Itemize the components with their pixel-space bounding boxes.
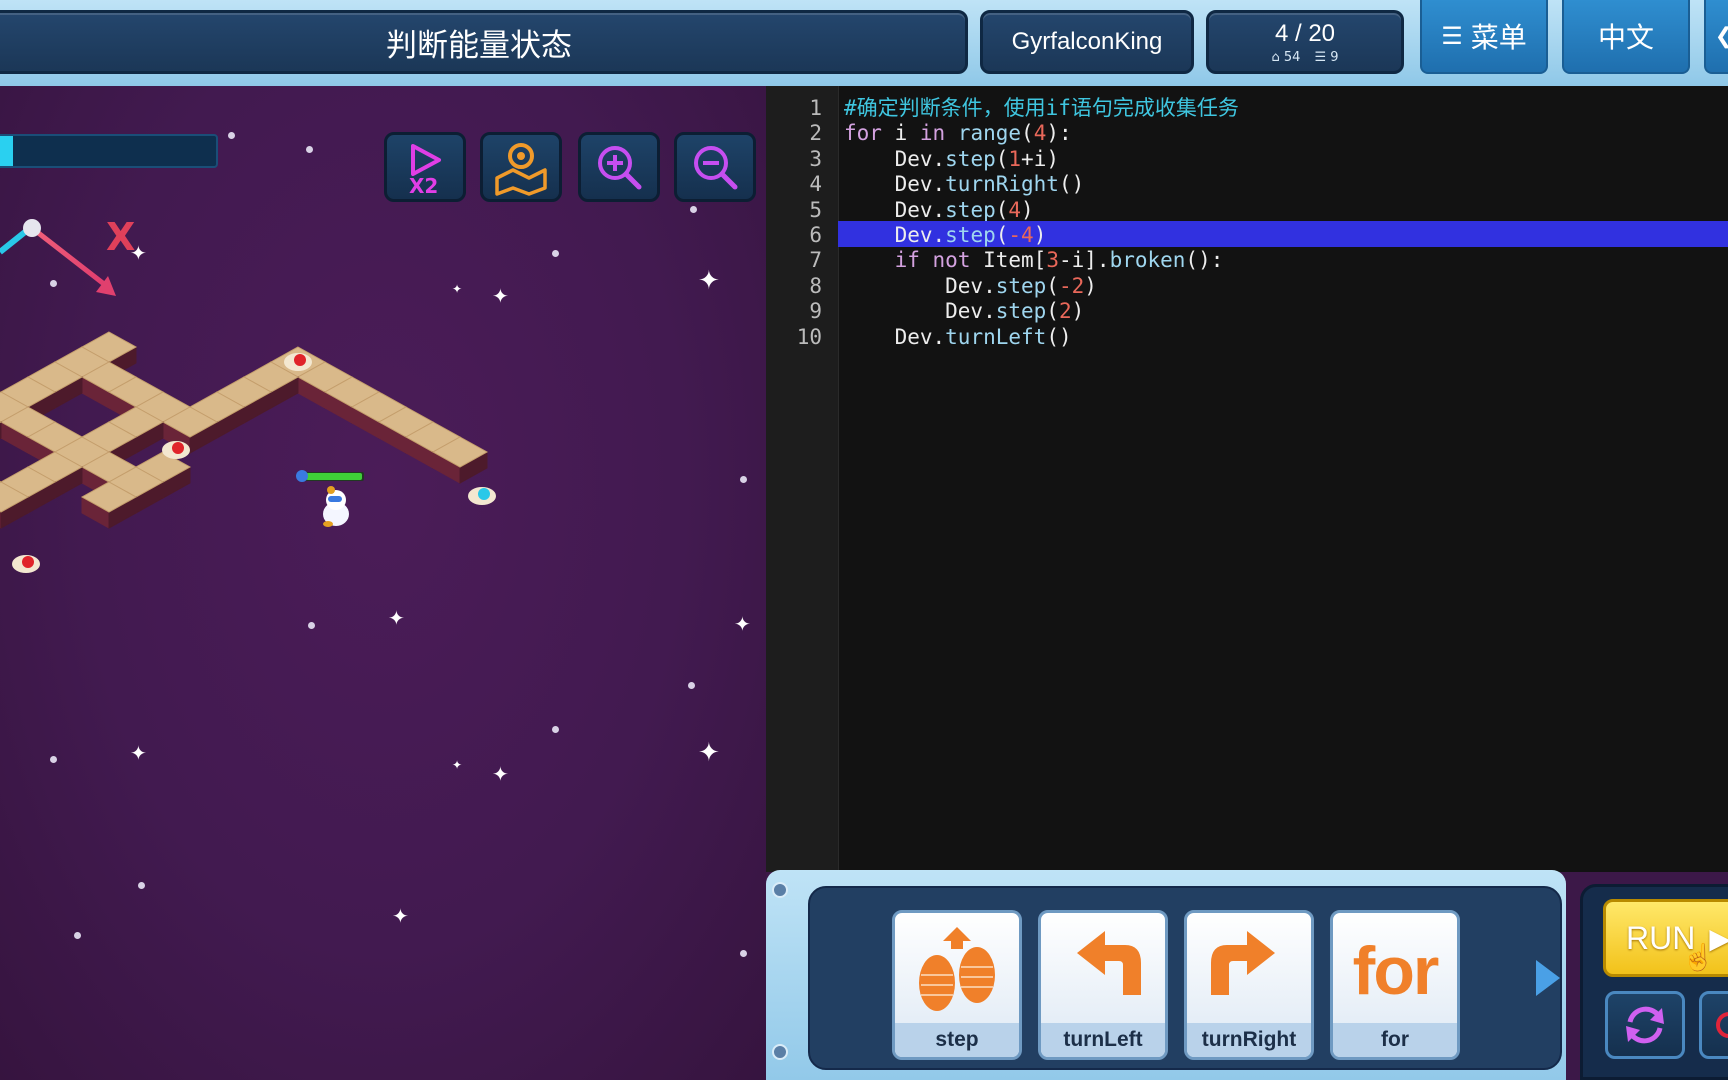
reset-button[interactable] — [1605, 991, 1685, 1059]
cursor-hand-icon: ☝ — [1682, 942, 1715, 972]
screw-icon — [772, 1044, 788, 1060]
axis-origin — [23, 219, 41, 237]
line-number: 1 — [809, 96, 822, 120]
for-glyph: for — [1352, 933, 1440, 1009]
stat-b: ☰ 9 — [1314, 50, 1338, 65]
reset-icon — [1626, 1006, 1664, 1044]
command-step[interactable]: step — [892, 910, 1022, 1060]
screw-icon — [772, 882, 788, 898]
command-turnleft-label: turnLeft — [1041, 1023, 1165, 1057]
menu-list-icon: ☰ — [1441, 22, 1463, 50]
code-line[interactable]: 10 Dev.turnLeft() — [766, 323, 1728, 351]
level-number: 4 / 20 — [1274, 19, 1336, 47]
command-for[interactable]: for for — [1330, 910, 1460, 1060]
tiles-group — [0, 331, 489, 529]
level-stats: ⌂ 54 ☰ 9 — [1271, 50, 1338, 65]
command-for-label: for — [1333, 1023, 1457, 1057]
game-viewport[interactable]: ✦ ✦ ✦ ✦ ✦ ✦ ✦ ✦ ✦ ✦ ✦ X2 X — [0, 86, 766, 1080]
for-loop-icon: for — [1333, 919, 1457, 1023]
code-line[interactable]: 6 Dev.step(-4) — [766, 221, 1728, 249]
top-bar: 判断能量状态 GyrfalconKing 4 / 20 ⌂ 54 ☰ 9 ☰ 菜… — [0, 0, 1728, 86]
line-number: 5 — [809, 197, 822, 222]
code-line[interactable]: 1 #确定判断条件，使用if语句完成收集任务 — [766, 94, 1728, 122]
game-board: X — [0, 215, 496, 573]
code-line[interactable]: 8 Dev.step(-2) — [766, 272, 1728, 300]
next-page-arrow-icon[interactable] — [1536, 960, 1560, 996]
line-code: Dev.step(-2) — [844, 273, 1097, 298]
axis-x-line — [30, 226, 106, 286]
line-number: 10 — [796, 324, 822, 349]
code-line[interactable]: 7 if not Item[3-i].broken(): — [766, 246, 1728, 274]
line-number: 4 — [809, 172, 822, 197]
item-cyan — [468, 487, 496, 505]
run-button[interactable]: RUN ▶ ☝ — [1603, 899, 1728, 977]
line-code: for i in range(4): — [844, 121, 1072, 146]
username-display: GyrfalconKing — [980, 10, 1194, 74]
code-line[interactable]: 4 Dev.turnRight() — [766, 170, 1728, 198]
stat-a: ⌂ 54 — [1271, 50, 1300, 65]
code-line[interactable]: 9 Dev.step(2) — [766, 297, 1728, 325]
command-step-label: step — [895, 1023, 1019, 1057]
code-line[interactable]: 2 for i in range(4): — [766, 119, 1728, 147]
item-red-3 — [12, 555, 40, 573]
line-number: 8 — [809, 273, 822, 298]
stop-icon — [1716, 1012, 1728, 1038]
chevron-left-icon: ❮ — [1715, 24, 1728, 49]
menu-label: 菜单 — [1470, 21, 1527, 54]
stop-button[interactable] — [1699, 991, 1728, 1059]
turn-right-arrow-icon — [1187, 919, 1311, 1023]
code-line[interactable]: 3 Dev.step(1+i) — [766, 145, 1728, 173]
level-title-text: 判断能量状态 — [386, 27, 572, 64]
line-code: Dev.step(2) — [844, 299, 1085, 324]
board-tile-face — [0, 421, 2, 440]
stat-b-value: 9 — [1330, 49, 1339, 65]
line-code: Dev.step(-4) — [844, 223, 1047, 247]
stat-a-value: 54 — [1283, 49, 1301, 65]
axis-x-label: X — [106, 215, 135, 259]
item-red-1 — [284, 353, 312, 371]
command-tray: step turnLeft turnRight for for — [808, 886, 1562, 1070]
line-code: Dev.turnRight() — [844, 172, 1085, 197]
code-line[interactable]: 5 Dev.step(4) — [766, 196, 1728, 224]
command-turnleft[interactable]: turnLeft — [1038, 910, 1168, 1060]
command-turnright-label: turnRight — [1187, 1023, 1311, 1057]
home-icon: ⌂ — [1271, 49, 1280, 65]
level-title: 判断能量状态 — [0, 10, 968, 74]
line-code: Dev.turnLeft() — [844, 324, 1072, 349]
line-code: Dev.step(4) — [844, 197, 1034, 222]
username-text: GyrfalconKing — [1011, 28, 1163, 55]
code-editor[interactable]: 1 #确定判断条件，使用if语句完成收集任务 2 for i in range(4):… — [766, 86, 1728, 872]
level-counter: 4 / 20 ⌂ 54 ☰ 9 — [1206, 10, 1404, 74]
run-controls: RUN ▶ ☝ — [1580, 884, 1728, 1080]
line-code: #确定判断条件，使用if语句完成收集任务 — [844, 96, 1239, 120]
language-button[interactable]: 中文 — [1562, 0, 1690, 74]
command-palette: step turnLeft turnRight for for — [766, 870, 1566, 1080]
line-code: if not Item[3-i].broken(): — [894, 248, 1224, 273]
line-number: 6 — [809, 223, 822, 247]
menu-button[interactable]: ☰ 菜单 — [1420, 0, 1548, 74]
lines-icon: ☰ — [1314, 49, 1327, 65]
robot-character — [296, 470, 364, 527]
collapse-button[interactable]: ❮ — [1704, 0, 1728, 74]
footsteps-icon — [895, 919, 1019, 1023]
line-number: 3 — [809, 146, 822, 171]
line-code: Dev.step(1+i) — [844, 146, 1059, 171]
line-number: 7 — [809, 248, 822, 273]
item-red-2 — [162, 441, 190, 459]
command-turnright[interactable]: turnRight — [1184, 910, 1314, 1060]
language-label: 中文 — [1597, 21, 1654, 54]
line-number: 2 — [809, 121, 822, 146]
turn-left-arrow-icon — [1041, 919, 1165, 1023]
line-number: 9 — [809, 299, 822, 324]
